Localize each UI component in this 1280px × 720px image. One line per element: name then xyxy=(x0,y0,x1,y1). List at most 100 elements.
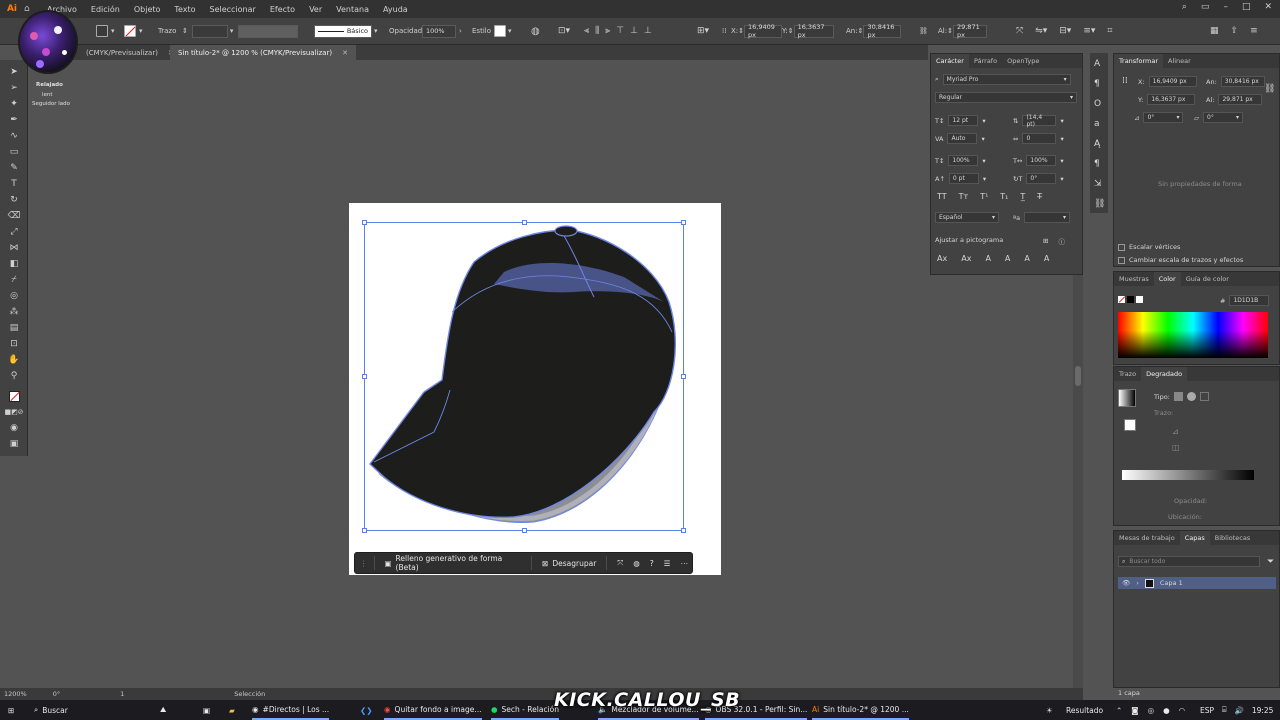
transform-icon[interactable]: ⤧ xyxy=(617,558,623,568)
align-to-icon[interactable]: ⊡▾ xyxy=(558,24,570,38)
style-label[interactable]: Estilo xyxy=(472,24,491,38)
generative-fill-button[interactable]: ▣ Relleno generativo de forma (Beta) xyxy=(380,554,525,572)
export-icon[interactable]: ⇲ xyxy=(1094,179,1102,189)
eraser-tool-icon[interactable]: ⌫ xyxy=(7,210,21,222)
angle-field[interactable]: ⊿ 0° ▾ xyxy=(1134,112,1184,123)
x-value[interactable]: 16,9409 px xyxy=(744,23,783,39)
menu-efecto[interactable]: Efecto xyxy=(263,5,302,14)
eyedropper-tool-icon[interactable]: ⌿ xyxy=(7,274,21,286)
arrange-documents-icon[interactable]: ▭ xyxy=(1201,2,1210,12)
minimize-icon[interactable]: – xyxy=(1223,2,1228,12)
weather-label[interactable]: Resultado xyxy=(1066,700,1103,720)
workspace-icon[interactable]: ▦ xyxy=(1210,26,1219,36)
expand-chevron-icon[interactable]: › xyxy=(1136,579,1139,587)
resize-handle[interactable] xyxy=(362,374,367,379)
align-vcenter-icon[interactable]: ⊥ xyxy=(630,26,638,36)
isolate-icon[interactable]: ⊟▾ xyxy=(1059,26,1071,36)
font-style-dropdown[interactable]: Regular ▾ xyxy=(935,92,1077,103)
tab-previous-document[interactable]: (CMYK/Previsualizar)✕ xyxy=(78,45,182,60)
layer-name[interactable]: Capa 1 xyxy=(1160,579,1183,587)
hand-tool-icon[interactable]: ✋ xyxy=(7,354,21,366)
linear-gradient-icon[interactable] xyxy=(1173,392,1183,401)
transform-icons[interactable]: ⤧ ⇋▾ ⊟▾ ≡▾ ⌗ xyxy=(1016,24,1112,38)
tracking-value[interactable]: 0 xyxy=(1022,133,1057,144)
x-value[interactable]: 16,9409 px xyxy=(1148,76,1197,87)
none-black-white-swatches[interactable] xyxy=(1118,296,1143,303)
resize-handle[interactable] xyxy=(522,528,527,533)
tracking-field[interactable]: ⇔ 0 ▾ xyxy=(1013,133,1064,144)
filter-icon[interactable]: ⏷ xyxy=(1267,557,1274,567)
transform-icon[interactable]: ⤧ xyxy=(1016,26,1023,36)
paragraph-panel-icon[interactable]: ¶ xyxy=(1094,79,1100,89)
system-tray[interactable]: ⌸🔊19:25▢ xyxy=(1222,700,1280,720)
w-value[interactable]: 30,8416 px xyxy=(1220,76,1265,87)
tab-stroke[interactable]: Trazo xyxy=(1114,367,1141,381)
white-swatch[interactable] xyxy=(1136,296,1143,303)
resize-handle[interactable] xyxy=(681,220,686,225)
leading-value[interactable]: (14,4 pt) xyxy=(1022,114,1057,128)
crop-icon[interactable]: ⌗ xyxy=(1107,26,1112,36)
glyphs-panel-icon[interactable]: a xyxy=(1094,119,1100,129)
char-styles-icon[interactable]: Ą xyxy=(1094,139,1100,149)
snap-xheight-icon[interactable]: A xyxy=(985,254,990,263)
opacity-field[interactable]: 100% › xyxy=(422,24,462,38)
taskbar-app-spotify[interactable]: ● Sech - Relación xyxy=(491,700,559,720)
snap-baseline-icon[interactable]: A xyxy=(1005,254,1010,263)
hscale-value[interactable]: 100% xyxy=(1026,155,1057,166)
help-icon[interactable]: ? xyxy=(650,559,654,568)
rotation-value[interactable]: 0° xyxy=(53,690,60,698)
small-caps-icon[interactable]: Tт xyxy=(959,192,969,201)
h-value[interactable]: 29,871 px xyxy=(952,23,987,39)
align-right-icon[interactable]: ⫸ xyxy=(605,26,610,36)
color-spectrum[interactable] xyxy=(1118,312,1268,358)
constrain-icon[interactable]: ⛓ xyxy=(919,24,928,38)
clock[interactable]: 19:25 xyxy=(1252,706,1274,715)
vertical-scale-field[interactable]: T↕ 100% ▾ xyxy=(935,155,986,166)
strikethrough-icon[interactable]: T̶ xyxy=(1037,192,1042,201)
resize-handle[interactable] xyxy=(681,528,686,533)
links-icon[interactable]: ⛓ xyxy=(1094,199,1105,209)
shear-field[interactable]: ▱ 0° ▾ xyxy=(1194,112,1243,123)
camera-icon[interactable]: ◙ xyxy=(1131,706,1138,715)
y-value[interactable]: 16,3637 px xyxy=(1147,94,1196,105)
tab-active-document[interactable]: Sin título-2* @ 1200 % (CMYK/Previsualiz… xyxy=(170,45,356,60)
speaker-icon[interactable]: 🔊 xyxy=(1235,706,1244,715)
align-bottom-icon[interactable]: ⊥ xyxy=(644,26,652,36)
w-value[interactable]: 30,8416 px xyxy=(863,23,902,39)
x-position[interactable]: X: ⇕ 16,9409 px xyxy=(731,23,783,39)
curvature-tool-icon[interactable]: ∿ xyxy=(7,130,21,142)
graph-tool-icon[interactable]: ▤ xyxy=(7,322,21,334)
drawing-modes-icon[interactable]: ◉ xyxy=(7,422,21,434)
network-icon[interactable]: ⌸ xyxy=(1222,705,1227,715)
rotation-value[interactable]: 0° xyxy=(1026,173,1057,184)
context-extra-buttons[interactable]: ⤧ ◍? ☰ ⋯ xyxy=(613,558,692,568)
black-swatch[interactable] xyxy=(1127,296,1134,303)
recolor-icon[interactable]: ◍ xyxy=(633,559,640,568)
menu-ver[interactable]: Ver xyxy=(302,5,329,14)
drag-handle-icon[interactable]: ⋮ xyxy=(360,559,368,568)
scale-tool-icon[interactable]: ⤢ xyxy=(7,226,21,238)
widgets-icon[interactable]: ⛰ xyxy=(160,700,166,720)
snap-capheight-icon[interactable]: Ax xyxy=(961,254,971,263)
blend-tool-icon[interactable]: ◎ xyxy=(7,290,21,302)
reference-point-icon[interactable]: ⁞⁞ xyxy=(722,24,726,38)
tray-icons[interactable]: ⌃ ◙ ◎ ● ◠ xyxy=(1116,700,1185,720)
stroke-swatch[interactable]: ▾ xyxy=(124,24,143,38)
leading-field[interactable]: ⇅ (14,4 pt) ▾ xyxy=(1013,114,1064,128)
tab-layers[interactable]: Capas xyxy=(1179,531,1210,545)
align-buttons[interactable]: ⫷ ⫼ ⫸ ⊤ ⊥ ⊥ xyxy=(584,24,652,38)
pen-tool-icon[interactable]: ✒ xyxy=(7,114,21,126)
layer-row[interactable]: 👁 › Capa 1 xyxy=(1118,577,1276,589)
vscale-value[interactable]: 100% xyxy=(948,155,979,166)
gradient-slider[interactable] xyxy=(1122,470,1254,480)
flip-icon[interactable]: ⇋▾ xyxy=(1035,26,1047,36)
chevron-up-icon[interactable]: ⌃ xyxy=(1116,706,1122,715)
overflow-icon[interactable]: ≡ xyxy=(1250,26,1258,36)
tab-opentype[interactable]: OpenType xyxy=(1002,54,1044,68)
tab-color-guide[interactable]: Guía de color xyxy=(1181,272,1234,286)
distribute-icon[interactable]: ⊞▾ xyxy=(697,24,709,38)
hex-value[interactable]: 1D1D1B xyxy=(1229,295,1270,306)
type-tool-icon[interactable]: T xyxy=(7,178,21,190)
info-icon[interactable]: ⓘ xyxy=(1058,236,1065,246)
weather-icon[interactable]: ☀ xyxy=(1046,700,1053,720)
